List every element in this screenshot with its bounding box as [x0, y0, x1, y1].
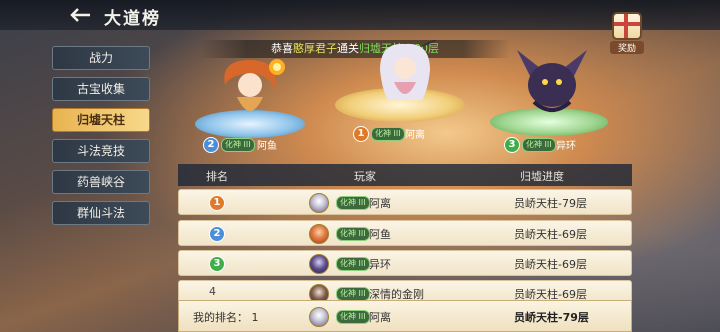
podium-player-name: 阿离: [405, 130, 425, 141]
avatar: [309, 254, 329, 274]
player-name: 阿离: [369, 197, 391, 210]
table-row[interactable]: 1 化神 III 阿离 员峤天柱-79层: [178, 189, 632, 215]
table-row[interactable]: 3 化神 III 异环 员峤天柱-69层: [178, 250, 632, 276]
podium-rank-badge: 3: [504, 137, 520, 153]
podium-second[interactable]: 2 化神 III 阿鱼: [195, 55, 305, 155]
rank-badge: 1: [209, 195, 225, 211]
table-header: 排名 玩家 归墟进度: [178, 164, 632, 186]
realm-tag: 化神 III: [336, 227, 370, 241]
sidebar-item-battle[interactable]: 群仙斗法: [52, 201, 150, 225]
sidebar-item-canyon[interactable]: 药兽峡谷: [52, 170, 150, 194]
progress-value: 员峤天柱-79层: [514, 197, 587, 210]
character-white-hair: [380, 40, 437, 100]
my-rank-label-text: 我的排名：: [193, 311, 248, 324]
character-shadow-beast: [517, 50, 587, 112]
sidebar-item-power[interactable]: 战力: [52, 46, 150, 70]
sidebar: 战力 古宝收集 归墟天柱 斗法竞技 药兽峡谷 群仙斗法: [52, 46, 150, 232]
reward-button[interactable]: 奖励: [610, 12, 644, 54]
character-orange-hair: [224, 59, 285, 111]
player-name: 阿离: [369, 311, 391, 324]
podium-player-name: 异环: [556, 141, 576, 152]
progress-value: 员峤天柱-69层: [514, 258, 587, 271]
page-title: 大道榜: [104, 9, 161, 29]
header-player: 玩家: [354, 170, 376, 183]
my-rank-bar: 我的排名： 1 化神 III 阿离 员峤天柱-79层: [178, 300, 632, 332]
avatar: [309, 224, 329, 244]
reward-label: 奖励: [610, 41, 644, 54]
podium-rank-badge: 2: [203, 137, 219, 153]
my-rank-value: 1: [251, 311, 259, 324]
podium-player-name: 阿鱼: [257, 141, 277, 152]
rank-badge: 3: [209, 256, 225, 272]
realm-tag: 化神 III: [336, 287, 370, 301]
realm-tag: 化神 III: [336, 257, 370, 271]
realm-tag: 化神 III: [336, 196, 370, 210]
announce-prefix: 恭喜: [271, 42, 294, 55]
realm-tag: 化神 III: [336, 310, 370, 324]
podium-realm-tag: 化神 III: [371, 127, 405, 141]
rank-badge: 2: [209, 226, 225, 242]
rank-number: 4: [209, 285, 216, 298]
header-rank: 排名: [206, 170, 228, 183]
avatar: [309, 193, 329, 213]
podium-third[interactable]: 3 化神 III 异环: [490, 40, 610, 155]
table-row[interactable]: 2 化神 III 阿鱼 员峤天柱-69层: [178, 220, 632, 246]
progress-value: 员峤天柱-69层: [514, 228, 587, 241]
sidebar-item-pillar[interactable]: 归墟天柱: [52, 108, 150, 132]
podium-first[interactable]: 1 化神 III 阿离: [335, 40, 465, 145]
sidebar-item-treasure[interactable]: 古宝收集: [52, 77, 150, 101]
podium-realm-tag: 化神 III: [221, 138, 255, 152]
player-name: 阿鱼: [369, 228, 391, 241]
progress-value: 员峤天柱-79层: [514, 311, 589, 324]
my-rank-label: 我的排名： 1: [193, 309, 259, 325]
podium-realm-tag: 化神 III: [522, 138, 556, 152]
header-progress: 归墟进度: [520, 170, 564, 183]
back-icon[interactable]: [70, 7, 92, 23]
announce-player: 憨厚君子: [293, 42, 338, 55]
gift-icon: [612, 12, 642, 40]
sidebar-item-arena[interactable]: 斗法竞技: [52, 139, 150, 163]
podium-rank-badge: 1: [353, 126, 369, 142]
player-name: 异环: [369, 258, 391, 271]
avatar: [309, 307, 329, 327]
